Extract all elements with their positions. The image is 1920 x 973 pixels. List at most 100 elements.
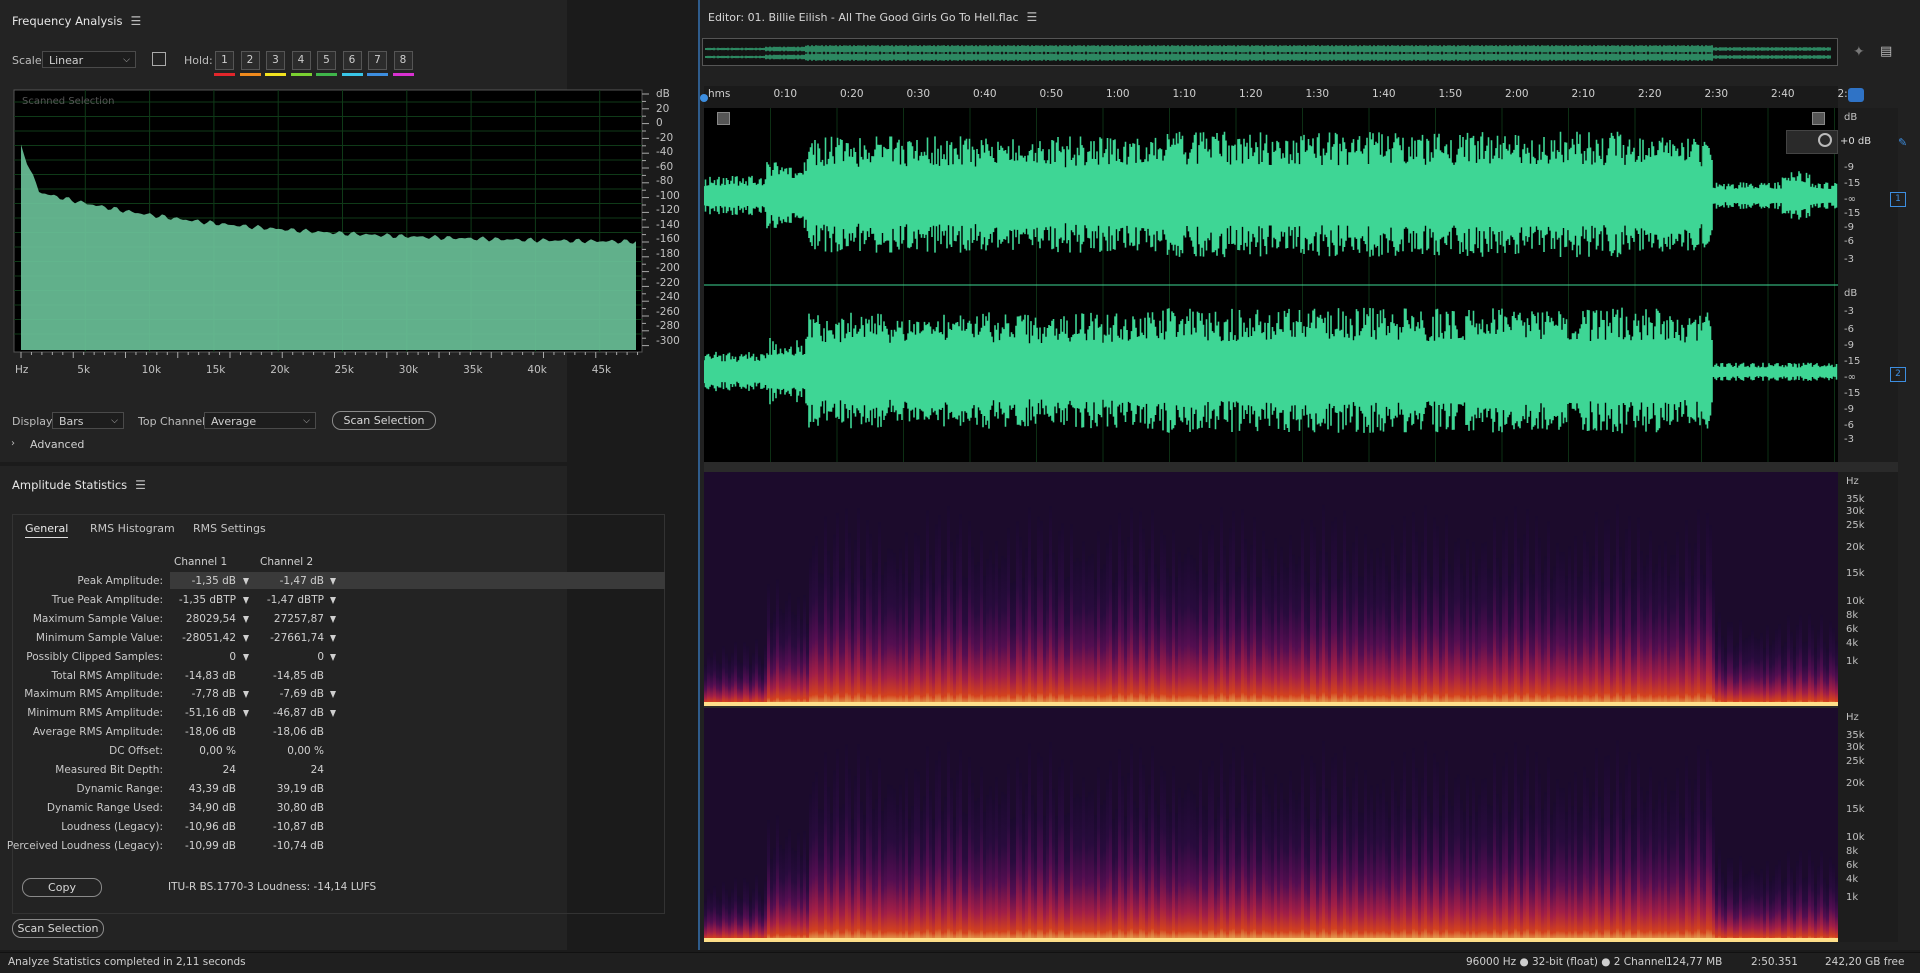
frequency-tick: Hz bbox=[15, 364, 29, 376]
hold-color-8 bbox=[392, 73, 414, 76]
time-label: hms bbox=[708, 88, 731, 100]
time-label: 0:30 bbox=[906, 88, 931, 100]
copy-to-clipboard-icon[interactable] bbox=[152, 52, 166, 66]
frequency-analysis-title: Frequency Analysis ☰ bbox=[12, 14, 142, 28]
tab-rms-histogram[interactable]: RMS Histogram bbox=[90, 522, 175, 535]
db-tick: dB bbox=[656, 88, 670, 100]
panel-menu-icon[interactable]: ☰ bbox=[135, 478, 146, 492]
stat-value-channel-2: -1,47 dB bbox=[279, 575, 324, 587]
db-tick: 20 bbox=[656, 102, 670, 115]
stat-value-channel-1: -51,16 dB bbox=[184, 707, 236, 720]
waveform-db-tick: +0 dB bbox=[1840, 136, 1872, 147]
go-to-marker-icon[interactable] bbox=[330, 691, 336, 699]
zoom-navigator-icon[interactable]: ✦ bbox=[1853, 44, 1865, 60]
waveform-db-tick: dB bbox=[1844, 112, 1858, 123]
splitter-bar[interactable] bbox=[704, 462, 1898, 472]
copy-button[interactable]: Copy bbox=[22, 878, 102, 897]
hold-color-6 bbox=[341, 73, 363, 76]
spectral-hz-tick: Hz bbox=[1846, 476, 1859, 487]
waveform-db-tick: -9 bbox=[1844, 340, 1854, 351]
go-to-marker-icon[interactable] bbox=[243, 578, 249, 585]
go-to-marker-icon[interactable] bbox=[330, 634, 336, 642]
frequency-tick: 35k bbox=[463, 364, 483, 376]
go-to-marker-icon[interactable] bbox=[330, 653, 336, 661]
stat-value-channel-1: -1,35 dBTP bbox=[178, 593, 236, 606]
go-to-marker-icon[interactable] bbox=[243, 596, 249, 604]
stat-value-channel-1: -7,78 dB bbox=[191, 688, 236, 701]
top-channel-dropdown[interactable]: Average ⌵ bbox=[204, 412, 316, 429]
time-label: 1:10 bbox=[1172, 88, 1197, 100]
spectral-hz-tick: 6k bbox=[1846, 860, 1859, 871]
channel-badge-2[interactable]: 2 bbox=[1890, 367, 1906, 382]
panel-menu-icon[interactable]: ☰ bbox=[1027, 10, 1038, 24]
waveform-db-tick: -3 bbox=[1844, 434, 1854, 445]
frequency-tick: 30k bbox=[398, 364, 419, 376]
chevron-right-icon[interactable]: › bbox=[11, 438, 15, 449]
list-view-icon[interactable]: ▤ bbox=[1880, 44, 1892, 59]
panel-menu-icon[interactable]: ☰ bbox=[130, 14, 141, 28]
spectral-hz-tick: 10k bbox=[1846, 596, 1865, 607]
stat-label: Total RMS Amplitude: bbox=[51, 669, 163, 682]
scan-selection-button[interactable]: Scan Selection bbox=[332, 411, 436, 430]
amplitude-statistics-title: Amplitude Statistics ☰ bbox=[12, 478, 146, 492]
go-to-marker-icon[interactable] bbox=[330, 596, 336, 604]
stat-value-channel-2: -18,06 dB bbox=[272, 726, 324, 739]
hold-button-1[interactable]: 1 bbox=[215, 51, 234, 70]
stat-value-channel-1: -10,99 dB bbox=[184, 839, 236, 852]
stat-value-channel-2: 0,00 % bbox=[287, 745, 324, 758]
display-dropdown[interactable]: Bars ⌵ bbox=[52, 412, 124, 429]
hold-button-6[interactable]: 6 bbox=[342, 51, 362, 70]
db-tick: -100 bbox=[656, 189, 680, 202]
lufs-readout: ITU-R BS.1770-3 Loudness: -14,14 LUFS bbox=[168, 881, 377, 893]
go-to-marker-icon[interactable] bbox=[243, 691, 249, 699]
pin-icon[interactable]: ✎ bbox=[1898, 136, 1907, 149]
spectral-hz-tick: 4k bbox=[1846, 874, 1859, 885]
waveform-db-tick: -3 bbox=[1844, 306, 1854, 317]
scale-dropdown[interactable]: Linear ⌵ bbox=[42, 51, 136, 68]
free-space: 242,20 GB free bbox=[1825, 956, 1905, 968]
go-to-marker-icon[interactable] bbox=[243, 653, 249, 661]
db-tick: -80 bbox=[656, 175, 674, 187]
hold-button-8[interactable]: 8 bbox=[393, 51, 413, 70]
time-label: 1:50 bbox=[1438, 88, 1463, 100]
playhead-marker[interactable] bbox=[700, 94, 708, 102]
go-to-marker-icon[interactable] bbox=[330, 615, 336, 623]
stats-scan-selection-button[interactable]: Scan Selection bbox=[12, 919, 104, 938]
db-tick: -240 bbox=[656, 291, 680, 303]
go-to-marker-icon[interactable] bbox=[243, 634, 249, 642]
fade-icon[interactable] bbox=[1812, 112, 1825, 125]
go-to-marker-icon[interactable] bbox=[330, 710, 336, 718]
overview-waveform bbox=[705, 45, 1831, 61]
spectral-hz-tick: 10k bbox=[1846, 832, 1865, 843]
stat-label: Perceived Loudness (Legacy): bbox=[6, 839, 163, 852]
hold-button-5[interactable]: 5 bbox=[317, 51, 336, 70]
hold-button-2[interactable]: 2 bbox=[240, 51, 260, 70]
status-bar: Analyze Statistics completed in 2,11 sec… bbox=[0, 952, 1920, 973]
fit-icon[interactable] bbox=[717, 112, 730, 125]
stat-label: Possibly Clipped Samples: bbox=[26, 650, 163, 663]
tab-rms-settings[interactable]: RMS Settings bbox=[193, 522, 266, 535]
stat-value-channel-1: -14,83 dB bbox=[184, 669, 236, 682]
spectral-hz-tick: 20k bbox=[1846, 778, 1865, 789]
db-tick: 0 bbox=[656, 117, 663, 129]
gain-knob-icon[interactable] bbox=[1818, 133, 1832, 147]
tab-general[interactable]: General bbox=[25, 522, 69, 538]
frequency-tick: 20k bbox=[270, 364, 290, 376]
spectral-hz-tick: 8k bbox=[1846, 610, 1859, 621]
db-tick: -220 bbox=[656, 276, 680, 289]
waveform-db-tick: -15 bbox=[1844, 388, 1861, 399]
spectral-hz-tick: 15k bbox=[1846, 568, 1865, 579]
go-to-marker-icon[interactable] bbox=[243, 710, 249, 718]
hold-color-3 bbox=[265, 73, 286, 76]
go-to-marker-icon[interactable] bbox=[243, 615, 249, 623]
spectral-hz-tick: 30k bbox=[1846, 742, 1865, 753]
go-to-marker-icon[interactable] bbox=[330, 578, 336, 585]
channel-badge-1[interactable]: 1 bbox=[1890, 192, 1906, 207]
headphones-icon[interactable] bbox=[1848, 88, 1864, 102]
frequency-tick: 15k bbox=[205, 364, 226, 376]
hold-button-7[interactable]: 7 bbox=[368, 51, 387, 70]
advanced-toggle[interactable]: Advanced bbox=[30, 438, 84, 451]
hold-button-3[interactable]: 3 bbox=[266, 51, 285, 70]
db-tick: -280 bbox=[656, 320, 680, 332]
hold-button-4[interactable]: 4 bbox=[291, 51, 311, 70]
